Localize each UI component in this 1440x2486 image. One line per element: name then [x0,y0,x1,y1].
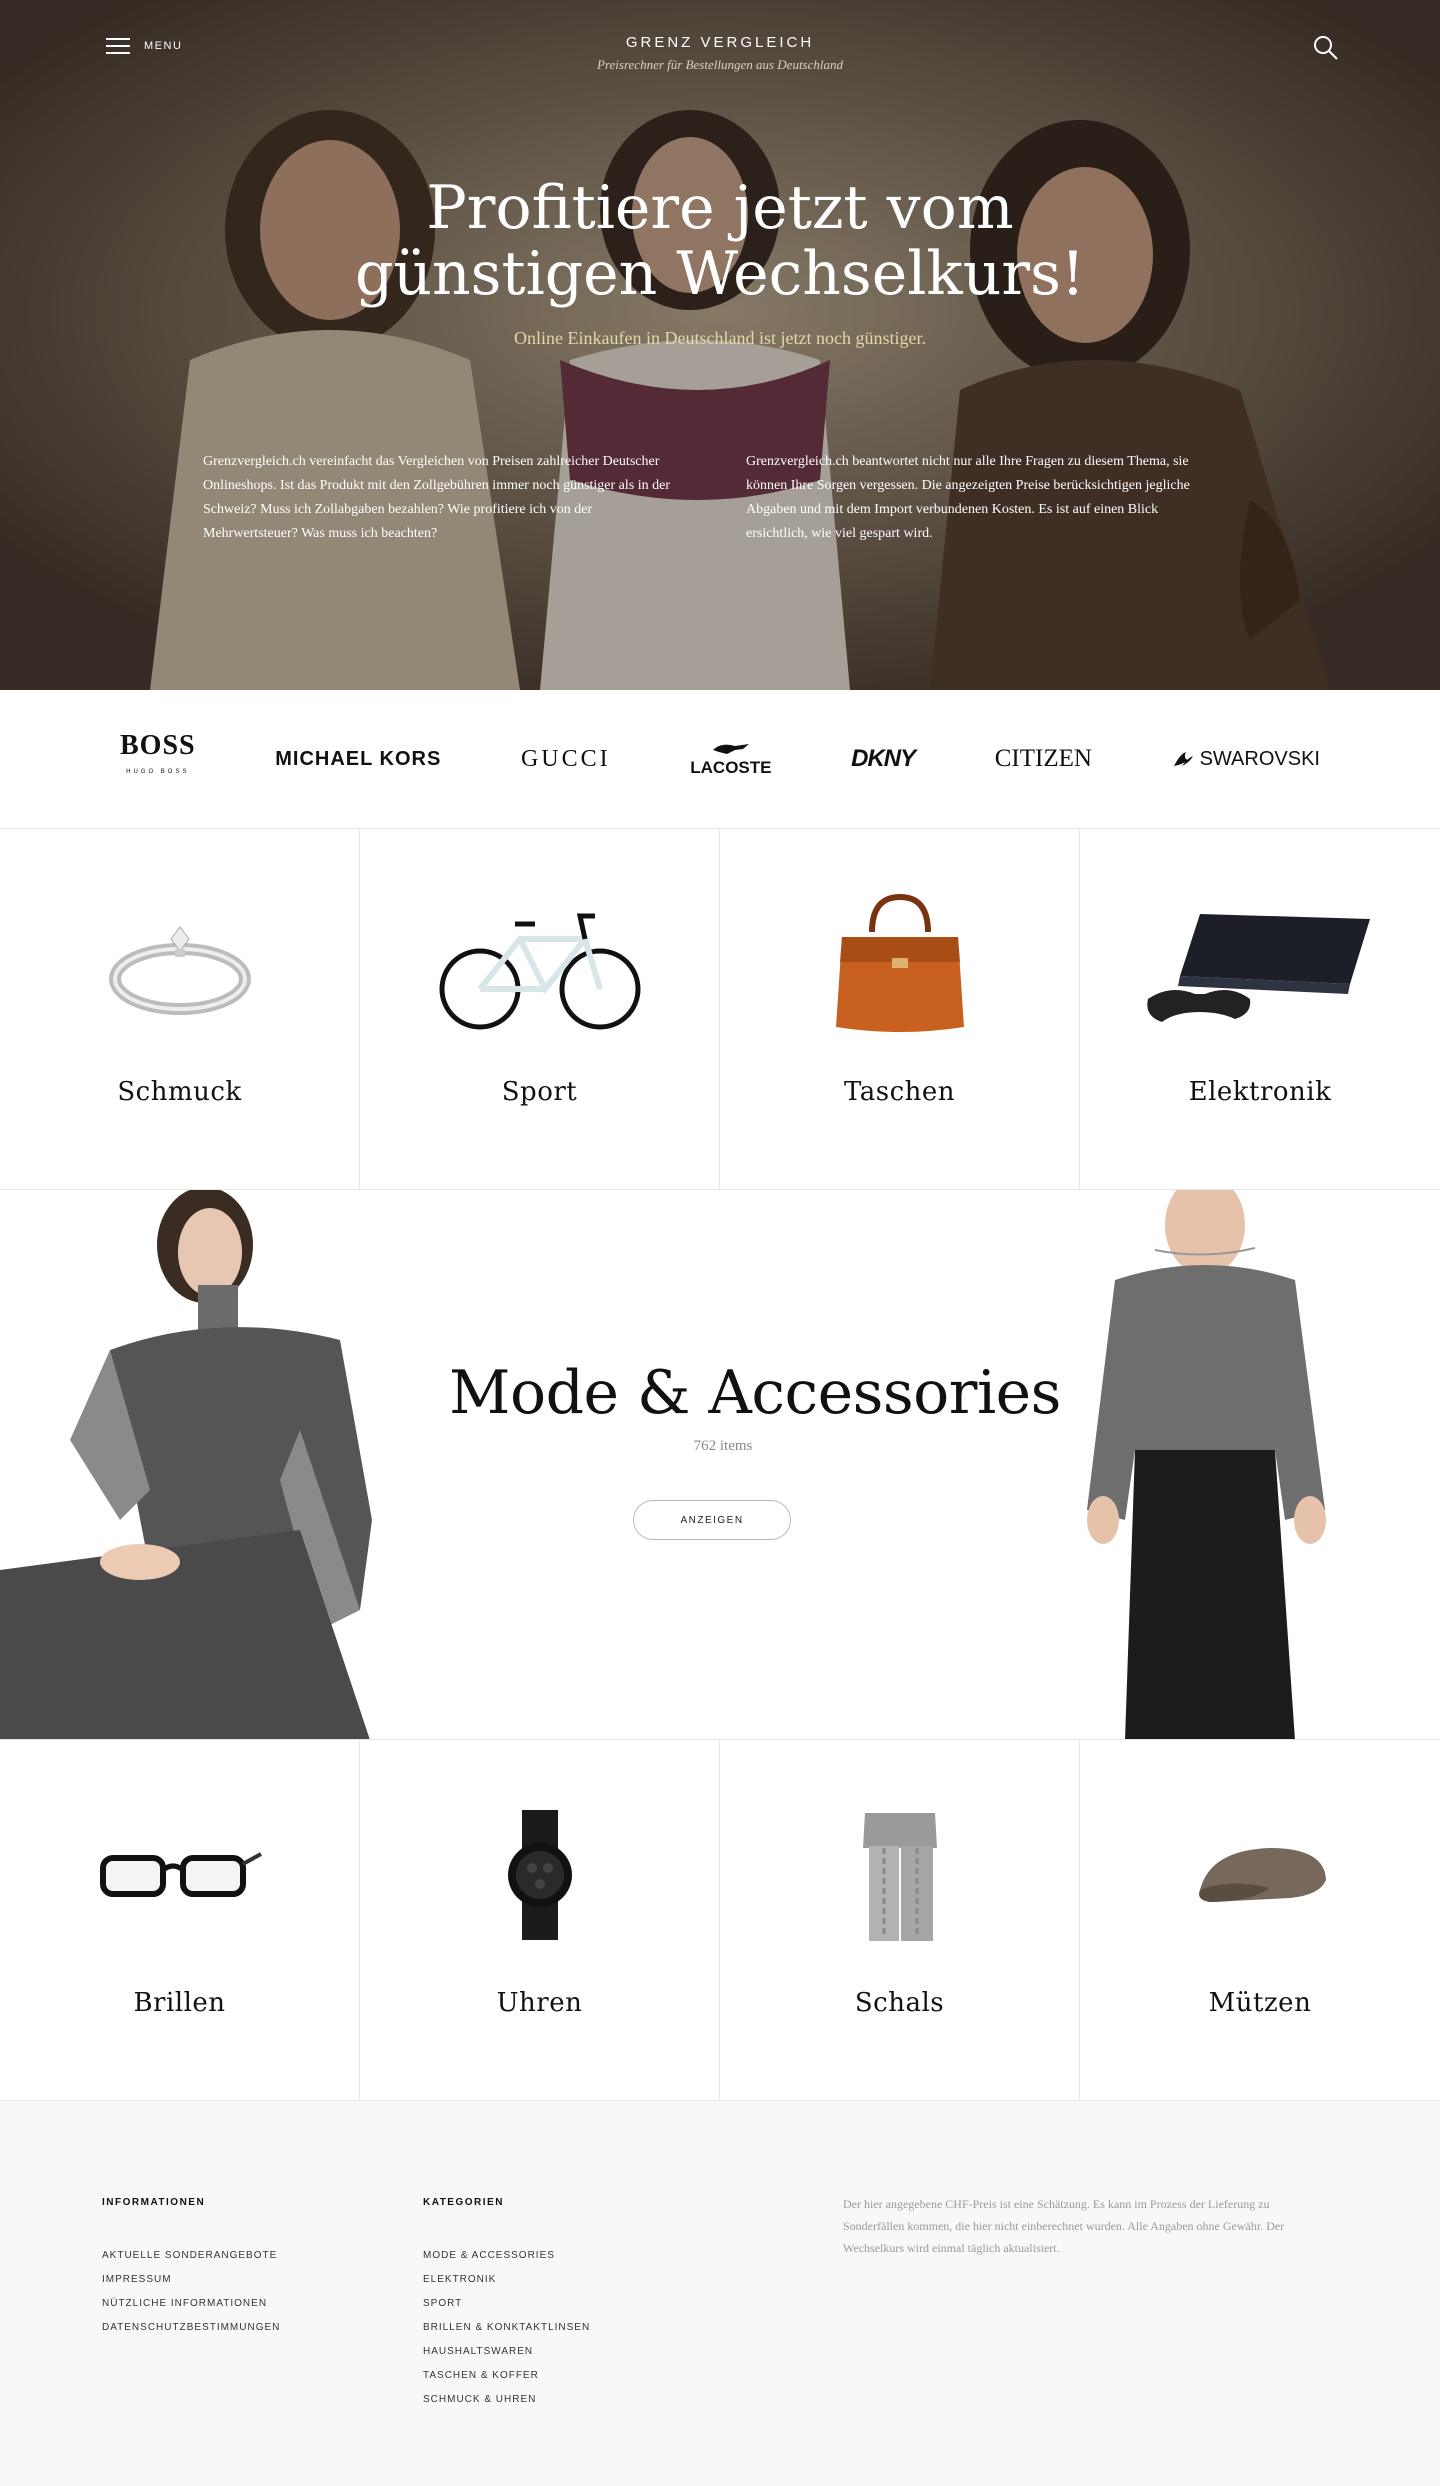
site-brand[interactable]: GRENZ VERGLEICH Preisrechner für Bestell… [0,34,1440,73]
brand-logo-strip: BOSS HUGO BOSS MICHAEL KORS GUCCI LACOST… [0,690,1440,829]
brand-logo-michael-kors[interactable]: MICHAEL KORS [275,748,441,771]
cap-icon [1199,1848,1326,1902]
hero-text-left: Grenzvergleich.ch vereinfacht das Vergle… [203,454,670,541]
glasses-icon [99,1852,262,1897]
category-label: Sport [501,1077,578,1107]
category-label: Schals [854,1988,945,2018]
footer-link-sonderangebote[interactable]: AKTUELLE SONDERANGEBOTE [102,2244,280,2268]
scarf-icon [862,1812,937,1941]
footer: INFORMATIONEN AKTUELLE SONDERANGEBOTE IM… [0,2101,1440,2486]
footer-link-elektronik[interactable]: ELEKTRONIK [423,2268,590,2292]
footer-info-heading: INFORMATIONEN [102,2197,206,2208]
brand-logo-boss[interactable]: BOSS HUGO BOSS [120,730,196,785]
footer-link-brillen[interactable]: BRILLEN & KONKTAKTLINSEN [423,2316,590,2340]
category-tile-muetzen[interactable]: Mützen [1080,1740,1440,2100]
brand-swarovski-text: SWAROVSKI [1199,747,1320,770]
footer-disclaimer: Der hier angegebene CHF-Preis ist eine S… [843,2197,1285,2255]
bag-icon [835,893,964,1032]
console-icon [1147,914,1370,1022]
category-tile-brillen[interactable]: Brillen [0,1740,360,2100]
footer-link-haushaltswaren[interactable]: HAUSHALTSWAREN [423,2340,590,2364]
footer-link-mode[interactable]: MODE & ACCESSORIES [423,2244,590,2268]
category-label: Mützen [1208,1988,1312,2018]
site-tagline: Preisrechner für Bestellungen aus Deutsc… [597,57,843,72]
category-tile-taschen[interactable]: Taschen [720,829,1080,1189]
footer-info-column: INFORMATIONEN AKTUELLE SONDERANGEBOTE IM… [102,2197,280,2340]
footer-link-taschen[interactable]: TASCHEN & KOFFER [423,2364,590,2388]
search-button[interactable] [1312,34,1340,62]
feature-banner: Mode & Accessories 762 items ANZEIGEN [0,1190,1440,1740]
hero-title-line1: Profitiere jetzt vom [426,173,1014,243]
brand-lacoste-text: LACOSTE [690,758,772,777]
footer-categories-column: KATEGORIEN MODE & ACCESSORIES ELEKTRONIK… [423,2197,590,2412]
show-button[interactable]: ANZEIGEN [633,1500,791,1540]
category-label: Schmuck [117,1077,242,1107]
hero-title: Profitiere jetzt vom günstigen Wechselku… [0,175,1440,307]
brand-boss-text: BOSS [120,730,196,761]
brand-logo-citizen[interactable]: CITIZEN [995,745,1092,773]
crocodile-icon [712,744,749,754]
category-tile-elektronik[interactable]: Elektronik [1080,829,1440,1189]
site-title: GRENZ VERGLEICH [625,34,815,51]
brand-logo-swarovski[interactable]: SWAROVSKI [1172,748,1320,771]
footer-categories-heading: KATEGORIEN [423,2197,504,2208]
watch-icon [507,1810,572,1940]
category-label: Taschen [843,1077,956,1107]
category-label: Brillen [133,1988,226,2018]
hero-section: MENU GRENZ VERGLEICH Preisrechner für Be… [0,0,1440,690]
brand-logo-lacoste[interactable]: LACOSTE [690,740,771,778]
category-tile-sport[interactable]: Sport [360,829,720,1189]
footer-link-sport[interactable]: SPORT [423,2292,590,2316]
top-bar: MENU GRENZ VERGLEICH Preisrechner für Be… [0,0,1440,100]
category-tile-schmuck[interactable]: Schmuck [0,829,360,1189]
category-grid-top: Schmuck Sport Taschen Elektronik [0,829,1440,1190]
category-tile-uhren[interactable]: Uhren [360,1740,720,2100]
swan-icon [1173,752,1193,766]
model-woman-image [0,1190,372,1739]
category-label: Elektronik [1188,1077,1332,1107]
category-tile-schals[interactable]: Schals [720,1740,1080,2100]
search-icon [1314,36,1338,60]
hero-text-right: Grenzvergleich.ch beantwortet nicht nur … [746,454,1190,541]
category-grid-bottom: Brillen Uhren Schals Mützen [0,1740,1440,2101]
footer-link-nuetzliche-informationen[interactable]: NÜTZLICHE INFORMATIONEN [102,2292,280,2316]
bicycle-icon [439,913,640,1030]
category-label: Uhren [496,1988,583,2018]
footer-link-schmuck-uhren[interactable]: SCHMUCK & UHREN [423,2388,590,2412]
brand-boss-small: HUGO BOSS [126,769,190,775]
hero-subtitle: Online Einkaufen in Deutschland ist jetz… [514,328,926,348]
footer-link-datenschutz[interactable]: DATENSCHUTZBESTIMMUNGEN [102,2316,280,2340]
footer-link-impressum[interactable]: IMPRESSUM [102,2268,280,2292]
model-man-image [1087,1190,1326,1739]
brand-logo-gucci[interactable]: GUCCI [521,746,611,773]
brand-logo-dkny[interactable]: DKNY [851,745,916,773]
hero-title-line2: günstigen Wechselkurs! [354,239,1086,309]
ring-icon [108,926,251,1015]
